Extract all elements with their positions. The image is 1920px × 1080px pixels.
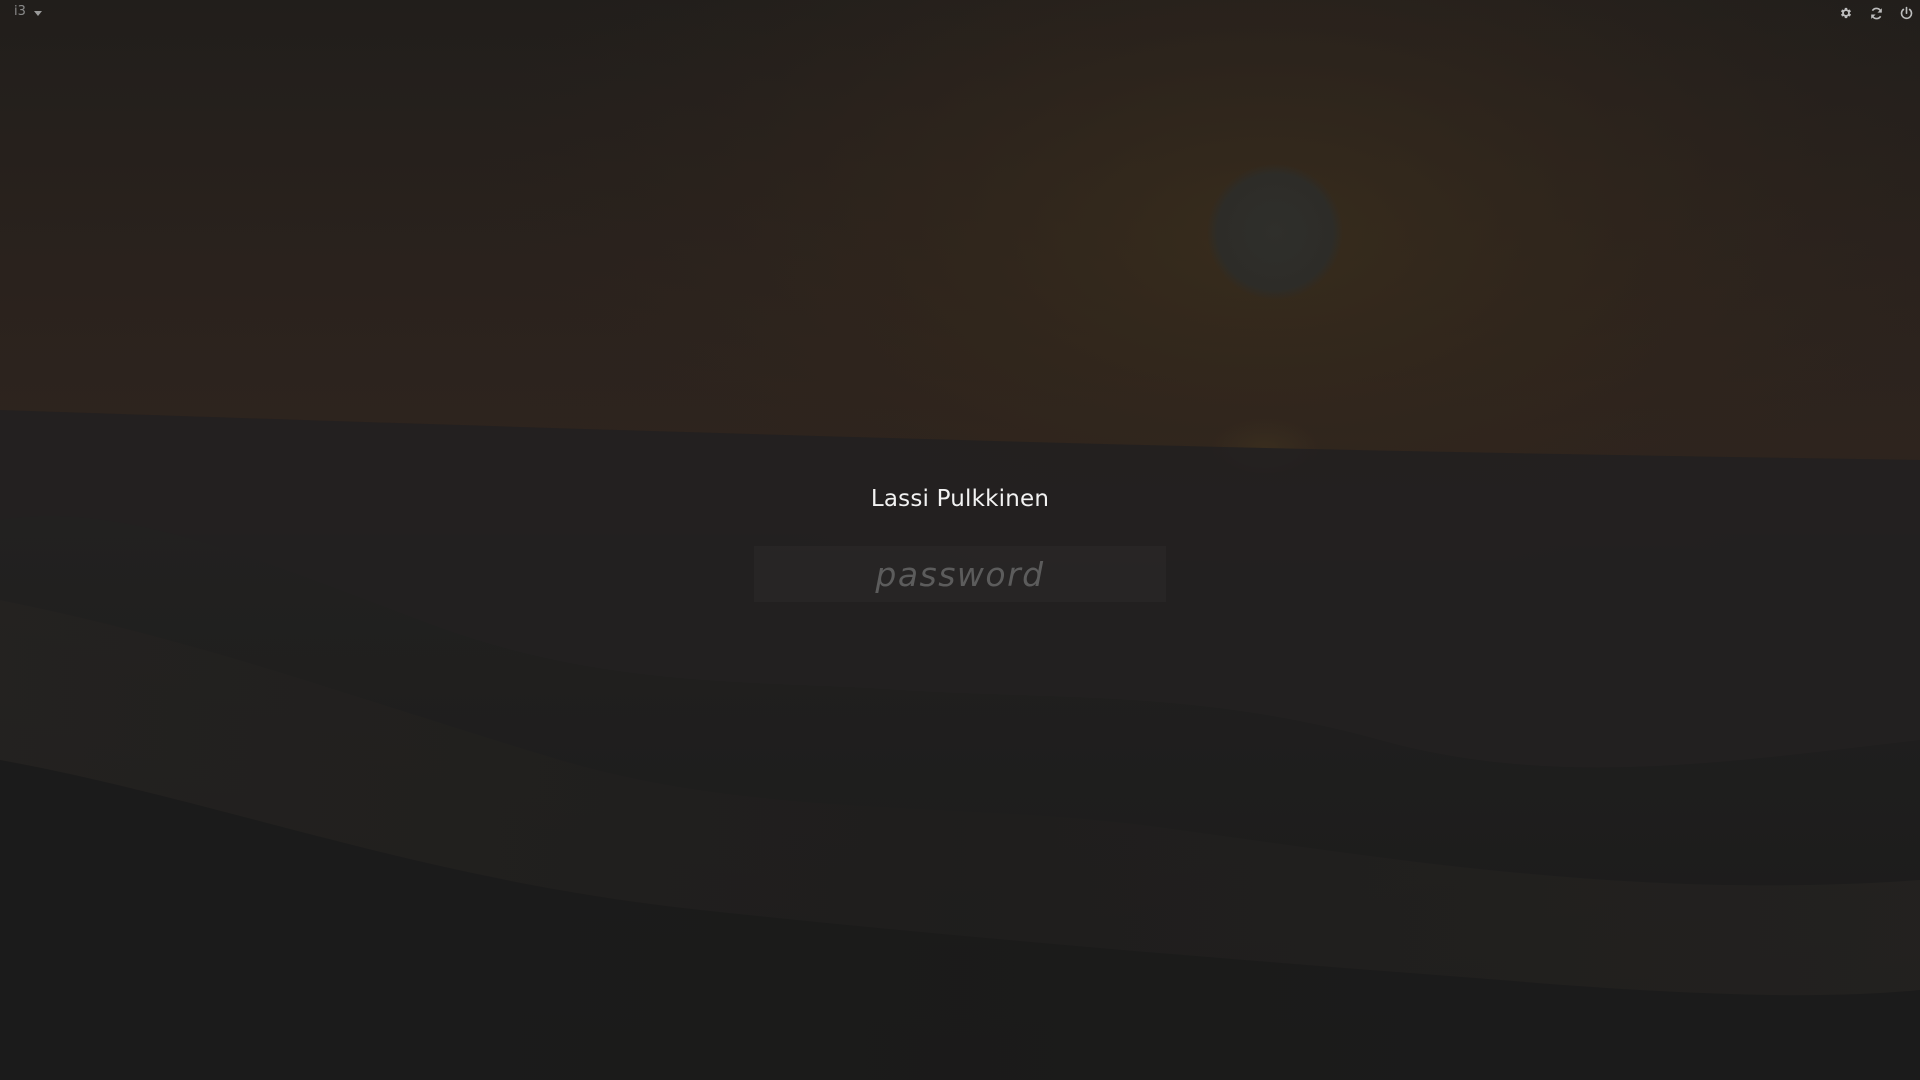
login-screen: i3 Lassi Pulkkinen: [0, 0, 1920, 1080]
username-label[interactable]: Lassi Pulkkinen: [0, 484, 1920, 514]
password-input[interactable]: [754, 546, 1166, 602]
login-form: Lassi Pulkkinen: [0, 0, 1920, 1080]
password-field-container: [754, 546, 1166, 602]
